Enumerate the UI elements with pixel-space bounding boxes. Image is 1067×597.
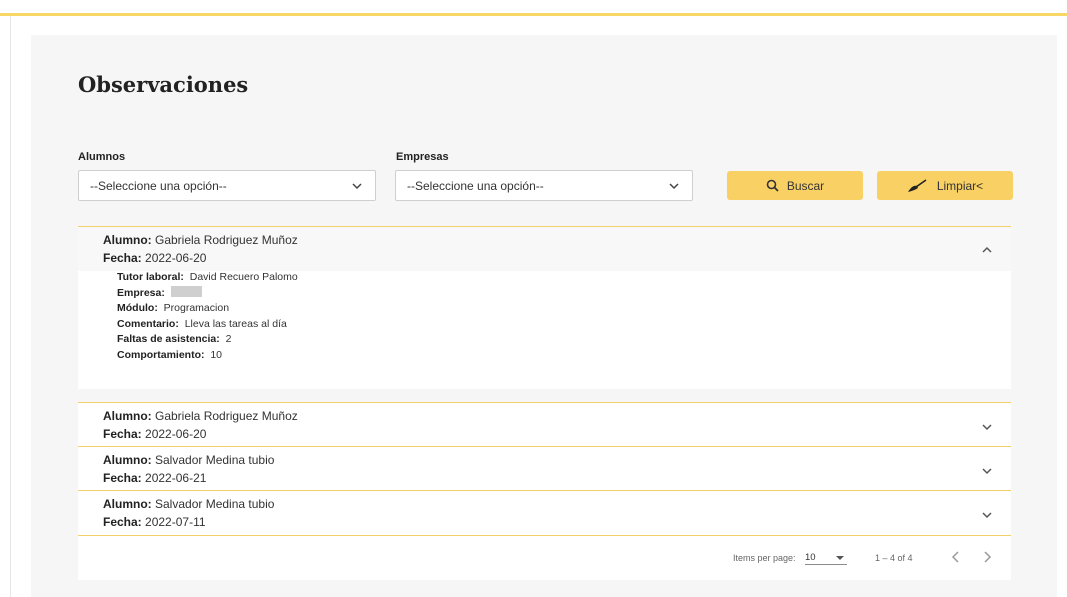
observation-header[interactable]: Alumno: Gabriela Rodriguez Muñoz Fecha: … (78, 227, 1011, 271)
empresa-label: Empresa: (117, 286, 165, 299)
broom-icon (907, 178, 927, 192)
limpiar-button-label: Limpiar< (936, 178, 984, 193)
fecha-label: Fecha: (103, 471, 142, 485)
alumno-label: Alumno: (103, 453, 152, 467)
modulo-label: Módulo: (117, 302, 158, 314)
alumno-label: Alumno: (103, 409, 152, 423)
chevron-down-icon[interactable] (981, 509, 993, 521)
chevron-right-icon[interactable] (978, 548, 996, 566)
search-icon (766, 179, 779, 192)
caret-down-icon (836, 556, 844, 560)
chevron-down-icon (352, 183, 362, 190)
comentario-label: Comentario: (117, 317, 179, 330)
alumnos-select-value: --Seleccione una opción-- (90, 179, 227, 193)
comportamiento-value: 10 (210, 348, 223, 361)
page-size-value: 10 (805, 552, 816, 563)
comentario-value: Lleva las tareas al día (184, 317, 287, 330)
limpiar-button[interactable]: Limpiar< (877, 171, 1013, 200)
chevron-up-icon[interactable] (981, 244, 993, 256)
buscar-button-label: Buscar (786, 178, 825, 193)
fecha-value: 2022-06-20 (145, 427, 207, 441)
empresas-select-value: --Seleccione una opción-- (407, 179, 544, 193)
modulo-value: Programacion (163, 302, 230, 314)
chevron-down-icon (669, 183, 679, 190)
page-range-label: 1 – 4 of 4 (875, 553, 913, 563)
alumnos-label: Alumnos (78, 151, 126, 163)
chevron-down-icon[interactable] (981, 421, 993, 433)
top-accent-bar (0, 13, 1067, 16)
alumno-name: Gabriela Rodriguez Muñoz (155, 233, 298, 247)
page-title: Observaciones (78, 72, 249, 97)
faltas-label: Faltas de asistencia: (117, 333, 220, 345)
fecha-value: 2022-06-20 (145, 251, 207, 265)
faltas-value: 2 (225, 333, 232, 345)
empresa-redacted (170, 285, 202, 297)
observation-item[interactable]: Alumno: Salvador Medina tubio Fecha: 202… (78, 446, 1011, 490)
left-border (10, 16, 11, 597)
alumno-name: Salvador Medina tubio (155, 453, 275, 467)
fecha-value: 2022-06-21 (145, 471, 207, 485)
alumno-label: Alumno: (103, 233, 152, 247)
fecha-label: Fecha: (103, 251, 142, 265)
observation-item[interactable]: Alumno: Gabriela Rodriguez Muñoz Fecha: … (78, 402, 1011, 446)
fecha-value: 2022-07-11 (145, 515, 206, 529)
buscar-button[interactable]: Buscar (727, 171, 863, 200)
chevron-left-icon[interactable] (947, 548, 965, 566)
tutor-value: David Recuero Palomo (189, 271, 298, 283)
alumnos-select[interactable]: --Seleccione una opción-- (78, 170, 376, 201)
observation-item[interactable]: Alumno: Salvador Medina tubio Fecha: 202… (78, 490, 1011, 535)
observation-details: Tutor laboral: David Recuero Palomo Empr… (117, 270, 298, 363)
tutor-label: Tutor laboral: (117, 271, 184, 283)
page-size-select[interactable]: 10 (805, 549, 847, 565)
comportamiento-label: Comportamiento: (117, 348, 205, 361)
empresas-select[interactable]: --Seleccione una opción-- (395, 170, 693, 201)
alumno-label: Alumno: (103, 497, 152, 511)
alumno-name: Salvador Medina tubio (155, 497, 275, 511)
paginator: Items per page: 10 1 – 4 of 4 (78, 536, 1011, 580)
fecha-label: Fecha: (103, 515, 142, 529)
fecha-label: Fecha: (103, 427, 142, 441)
alumno-name: Gabriela Rodriguez Muñoz (155, 409, 298, 423)
empresas-label: Empresas (396, 151, 449, 163)
chevron-down-icon[interactable] (981, 465, 993, 477)
items-per-page-label: Items per page: (733, 553, 796, 563)
